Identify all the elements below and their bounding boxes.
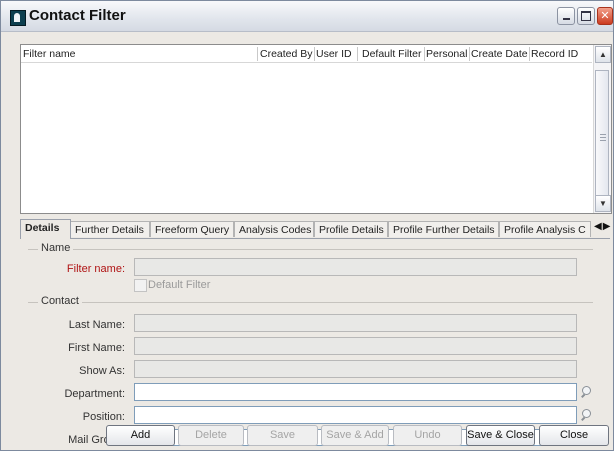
department-lookup-button[interactable] [580,386,593,399]
tab-scroll-right-icon[interactable]: ▶ [603,221,612,232]
save-button[interactable]: Save [247,425,318,446]
save-and-add-button[interactable]: Save & Add [321,425,389,446]
column-divider[interactable] [357,47,358,61]
column-divider[interactable] [469,47,470,61]
tab-freeform-query[interactable]: Freeform Query [150,221,234,237]
scrollbar-thumb[interactable] [595,70,609,203]
contact-filter-window: Contact Filter ✕ Filter name Created By … [0,0,614,451]
show-as-field[interactable] [134,360,577,378]
first-name-label: First Name: [68,342,125,354]
tab-analysis-codes[interactable]: Analysis Codes [234,221,314,237]
department-label: Department: [64,388,125,400]
filter-name-field[interactable] [134,258,577,276]
name-section-label: Name [38,242,74,254]
scroll-up-arrow-icon[interactable]: ▲ [595,46,611,63]
close-button[interactable]: Close [539,425,609,446]
column-divider[interactable] [424,47,425,61]
column-header-record-id[interactable]: Record ID [531,48,578,60]
first-name-field[interactable] [134,337,577,355]
close-icon: ✕ [600,10,610,22]
tab-details[interactable]: Details [20,219,71,239]
tab-scroll-arrows[interactable]: ◀▶ [594,221,611,232]
scroll-down-arrow-icon[interactable]: ▼ [595,195,611,212]
tab-profile-details[interactable]: Profile Details [314,221,388,237]
magnifier-handle [581,393,585,398]
position-label: Position: [82,411,125,423]
contact-section-divider [28,302,593,303]
add-button[interactable]: Add [106,425,175,446]
column-header-created-by[interactable]: Created By [260,48,313,60]
position-lookup-button[interactable] [580,409,593,422]
column-header-user-id[interactable]: User ID [316,48,352,60]
tab-profile-analysis[interactable]: Profile Analysis C [499,221,591,237]
window-title: Contact Filter [29,7,126,24]
column-header-filter-name[interactable]: Filter name [23,48,76,60]
default-filter-checkbox[interactable] [134,279,147,292]
grip-line [600,134,606,135]
app-icon [10,10,26,26]
default-filter-label: Default Filter [148,279,211,291]
column-header-default-filter[interactable]: Default Filter [362,48,422,60]
tab-profile-further-details[interactable]: Profile Further Details [388,221,499,237]
column-divider[interactable] [314,47,315,61]
tab-further-details[interactable]: Further Details [70,221,150,237]
minimize-button[interactable] [557,7,575,25]
close-window-button[interactable]: ✕ [597,7,613,25]
position-field[interactable] [134,406,577,424]
maximize-icon [581,11,591,21]
name-section-divider [28,249,593,250]
grid-header: Filter name Created By User ID Default F… [21,45,592,63]
filters-grid[interactable]: Filter name Created By User ID Default F… [20,44,612,214]
title-bar[interactable]: Contact Filter ✕ [1,1,613,32]
department-field[interactable] [134,383,577,401]
magnifier-handle [581,416,585,421]
tab-scroll-left-icon[interactable]: ◀ [594,221,603,232]
delete-button[interactable]: Delete [178,425,244,446]
column-divider[interactable] [529,47,530,61]
save-and-close-button[interactable]: Save & Close [466,425,535,446]
minimize-icon [562,18,570,20]
column-header-personal[interactable]: Personal [426,48,467,60]
show-as-label: Show As: [79,365,125,377]
column-header-create-date[interactable]: Create Date [471,48,528,60]
undo-button[interactable]: Undo [393,425,462,446]
maximize-button[interactable] [577,7,595,25]
grip-line [600,140,606,141]
grip-line [600,137,606,138]
column-divider[interactable] [257,47,258,61]
last-name-label: Last Name: [68,319,125,331]
grid-vertical-scrollbar[interactable]: ▲ ▼ [593,45,611,213]
contact-section-label: Contact [38,295,82,307]
last-name-field[interactable] [134,314,577,332]
tab-strip: Details Further Details Freeform Query A… [20,219,610,239]
filter-name-label: Filter name: [66,263,125,275]
